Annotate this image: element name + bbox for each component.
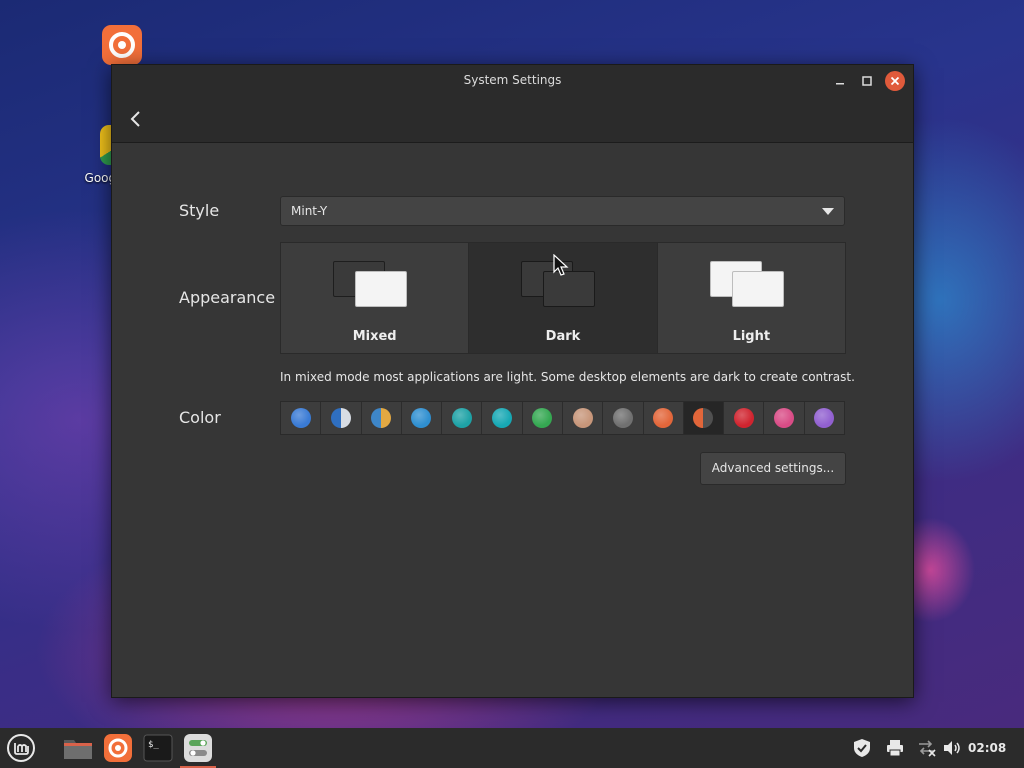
settings-toggle-icon — [184, 734, 212, 762]
clock[interactable]: 02:08 — [968, 741, 1006, 755]
folder-icon — [64, 740, 92, 759]
color-dot-icon — [814, 408, 835, 428]
light-preview-icon — [709, 261, 784, 307]
color-dot-icon — [693, 408, 714, 428]
appearance-label: Appearance — [179, 288, 276, 307]
color-dot-icon — [612, 408, 633, 428]
color-dot-icon — [371, 408, 392, 428]
color-dot-icon — [774, 408, 795, 428]
svg-text:$_: $_ — [148, 740, 159, 750]
color-dot-icon — [290, 408, 311, 428]
color-swatch-aqua-blue[interactable] — [321, 402, 362, 434]
color-swatch-sand-blue[interactable] — [362, 402, 402, 434]
terminal-icon: $_ — [143, 734, 173, 762]
appearance-option-light[interactable]: Light — [657, 243, 845, 353]
color-dot-icon — [653, 408, 674, 428]
style-label: Style — [179, 201, 220, 220]
color-swatch-orange-dark[interactable] — [683, 402, 725, 434]
chevron-left-icon — [130, 111, 140, 127]
color-swatch-cyan[interactable] — [482, 402, 523, 434]
style-value: Mint-Y — [291, 204, 328, 218]
mouse-pointer-icon — [553, 253, 571, 278]
color-swatch-grey[interactable] — [603, 402, 644, 434]
taskbar: $_ 02:08 — [0, 728, 1024, 768]
color-swatch-pink[interactable] — [764, 402, 805, 434]
appearance-hint: In mixed mode most applications are ligh… — [280, 370, 855, 384]
color-dot-icon — [451, 408, 472, 428]
color-swatch-sand[interactable] — [563, 402, 604, 434]
window-title: System Settings — [463, 73, 562, 87]
color-swatch-red[interactable] — [724, 402, 765, 434]
minimize-icon — [836, 83, 844, 85]
close-icon — [890, 76, 900, 86]
color-swatch-teal[interactable] — [442, 402, 483, 434]
minimize-button[interactable] — [830, 71, 850, 91]
color-dot-icon — [532, 408, 553, 428]
maximize-icon — [862, 76, 872, 86]
close-button[interactable] — [885, 71, 905, 91]
color-swatch-sky[interactable] — [402, 402, 443, 434]
mixed-preview-icon — [333, 261, 407, 307]
title-bar[interactable]: System Settings — [112, 65, 913, 97]
taskbar-firefox-button[interactable] — [102, 732, 134, 764]
menu-button[interactable] — [5, 732, 37, 764]
taskbar-terminal-button[interactable]: $_ — [142, 732, 174, 764]
appearance-option-label: Mixed — [352, 329, 397, 344]
taskbar-files-button[interactable] — [62, 732, 94, 764]
color-dot-icon — [411, 408, 432, 428]
appearance-option-mixed[interactable]: Mixed — [281, 243, 470, 353]
network-disconnected-icon[interactable] — [916, 738, 936, 758]
color-swatch-orange[interactable] — [644, 402, 684, 434]
color-dot-icon — [733, 408, 754, 428]
appearance-option-label: Light — [732, 329, 771, 344]
firefox-icon — [104, 734, 132, 762]
maximize-button[interactable] — [857, 71, 877, 91]
linux-mint-icon — [7, 734, 35, 762]
volume-icon[interactable] — [942, 738, 962, 758]
chevron-down-icon — [822, 208, 834, 215]
shield-icon[interactable] — [852, 738, 872, 758]
style-dropdown[interactable]: Mint-Y — [280, 196, 845, 226]
printer-icon[interactable] — [885, 738, 905, 758]
system-settings-window: System Settings Style Mint-Y Appearance … — [111, 64, 914, 698]
back-button[interactable] — [126, 107, 146, 131]
advanced-settings-button[interactable]: Advanced settings... — [700, 452, 846, 485]
taskbar-settings-button[interactable] — [180, 732, 216, 768]
color-swatch-green[interactable] — [523, 402, 563, 434]
firefox-icon — [102, 25, 142, 65]
color-dot-icon — [492, 408, 513, 428]
color-dot-icon — [330, 408, 351, 428]
color-selector — [280, 401, 845, 435]
header-bar — [112, 97, 913, 143]
appearance-option-label: Dark — [545, 329, 581, 344]
color-swatch-purple[interactable] — [805, 402, 844, 434]
color-dot-icon — [572, 408, 593, 428]
color-swatch-blue[interactable] — [281, 402, 322, 434]
color-label: Color — [179, 408, 221, 427]
